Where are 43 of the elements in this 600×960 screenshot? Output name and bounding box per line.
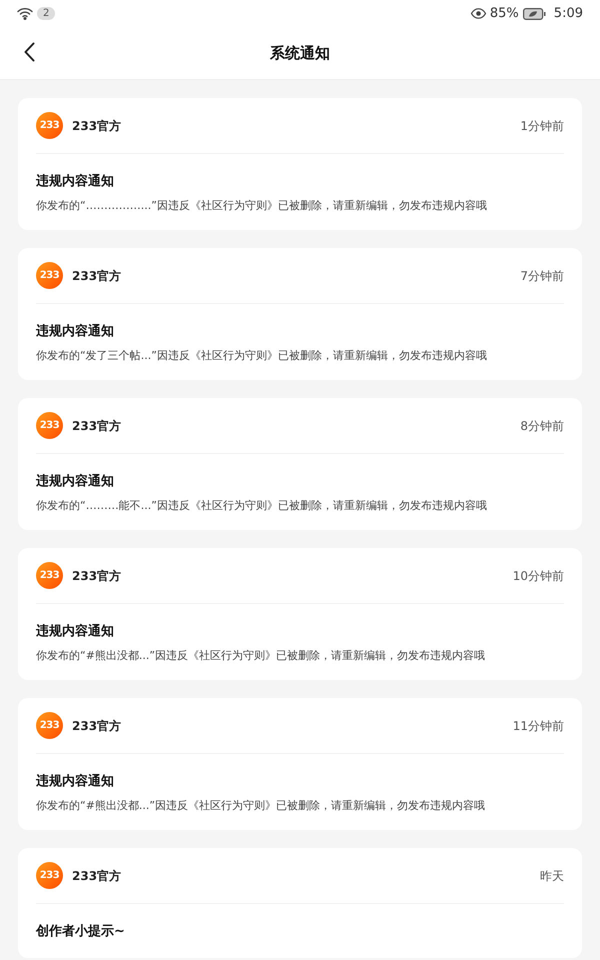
back-icon bbox=[24, 42, 34, 62]
sender-name: 233官方 bbox=[72, 718, 122, 734]
sender-name: 233官方 bbox=[72, 268, 122, 284]
sender-name: 233官方 bbox=[72, 568, 122, 584]
logo-avatar: 233 bbox=[36, 562, 63, 589]
notification-time: 昨天 bbox=[540, 868, 564, 884]
notification-body: 你发布的“……………...”因违反《社区行为守则》已被删除，请重新编辑，勿发布违规内容哦 bbox=[36, 198, 488, 214]
logo-avatar: 233 bbox=[36, 712, 63, 739]
notification-card[interactable]: 233 233官方 昨天 创作者小提示~ bbox=[18, 848, 582, 958]
notification-time: 8分钟前 bbox=[520, 418, 564, 434]
notification-title: 违规内容通知 bbox=[36, 622, 115, 641]
logo-avatar: 233 bbox=[36, 262, 63, 289]
notification-title: 违规内容通知 bbox=[36, 322, 115, 341]
logo-avatar: 233 bbox=[36, 862, 63, 889]
notification-count-badge: 2 bbox=[37, 7, 56, 20]
notification-title: 违规内容通知 bbox=[36, 472, 115, 491]
notification-title: 创作者小提示~ bbox=[36, 923, 126, 941]
wifi-icon bbox=[17, 7, 33, 20]
logo-avatar: 233 bbox=[36, 112, 63, 139]
notification-body: 你发布的“#熊出没都...”因违反《社区行为守则》已被删除，请重新编辑，勿发布违规内容哦 bbox=[36, 798, 486, 814]
notification-time: 7分钟前 bbox=[520, 268, 564, 284]
battery-icon bbox=[522, 8, 546, 20]
sender-name: 233官方 bbox=[72, 118, 122, 134]
notification-time: 1分钟前 bbox=[520, 118, 564, 134]
notification-body: 你发布的“#熊出没都...”因违反《社区行为守则》已被删除，请重新编辑，勿发布违规内容哦 bbox=[36, 648, 486, 664]
notification-title: 违规内容通知 bbox=[36, 172, 115, 191]
logo-avatar: 233 bbox=[36, 412, 63, 439]
sender-name: 233官方 bbox=[72, 418, 122, 434]
notification-body: 你发布的“发了三个帖...”因违反《社区行为守则》已被删除，请重新编辑，勿发布违规内容哦 bbox=[36, 348, 488, 364]
notification-time: 10分钟前 bbox=[512, 568, 564, 584]
notification-card[interactable]: 233 233官方 10分钟前 违规内容通知 你发布的“#熊出没都...”因违反《社区行为守则》已被删除，请重新编辑，勿发布违规内容哦 bbox=[18, 548, 582, 680]
notification-card[interactable]: 233 233官方 7分钟前 违规内容通知 你发布的“发了三个帖...”因违反《社区行为守则》已被删除，请重新编辑，勿发布违规内容哦 bbox=[18, 248, 582, 380]
notification-card[interactable]: 233 233官方 1分钟前 违规内容通知 你发布的“……………...”因违反《社区行为守则》已被删除，请重新编辑，勿发布违规内容哦 bbox=[18, 98, 582, 230]
battery-percent: 85% bbox=[490, 4, 519, 23]
clock-time: 5:09 bbox=[554, 4, 583, 23]
page-title: 系统通知 bbox=[270, 42, 330, 64]
sender-name: 233官方 bbox=[72, 868, 122, 884]
notification-card[interactable]: 233 233官方 8分钟前 违规内容通知 你发布的“………能不...”因违反《社区行为守则》已被删除，请重新编辑，勿发布违规内容哦 bbox=[18, 398, 582, 530]
notification-body: 你发布的“………能不...”因违反《社区行为守则》已被删除，请重新编辑，勿发布违规内容哦 bbox=[36, 498, 488, 514]
notification-card[interactable]: 233 233官方 11分钟前 违规内容通知 你发布的“#熊出没都...”因违反《社区行为守则》已被删除，请重新编辑，勿发布违规内容哦 bbox=[18, 698, 582, 830]
notification-title: 违规内容通知 bbox=[36, 772, 115, 791]
eye-icon bbox=[470, 8, 486, 19]
notification-time: 11分钟前 bbox=[512, 718, 564, 734]
